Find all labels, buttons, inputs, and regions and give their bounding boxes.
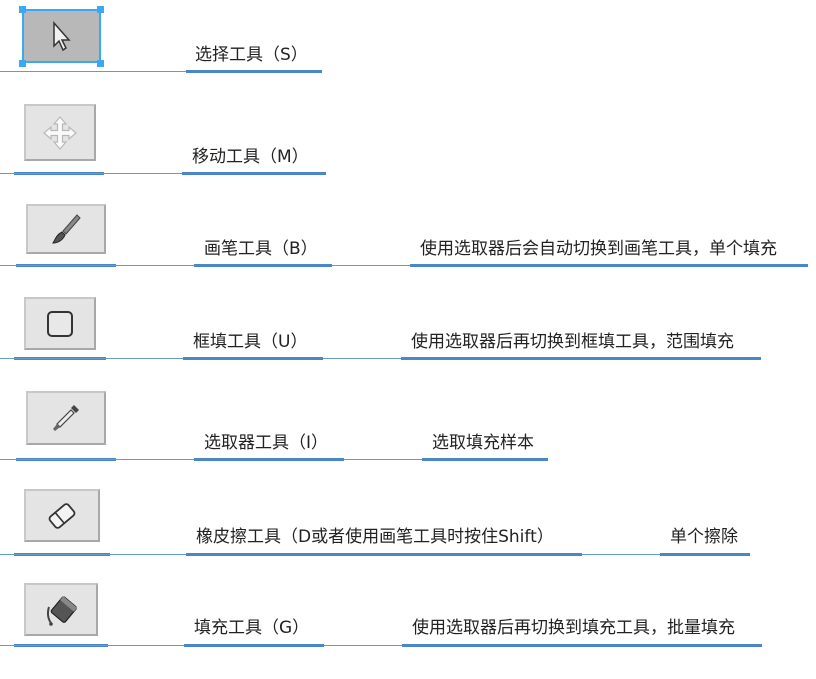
label-underline xyxy=(194,458,344,461)
tool-description: 选取填充样本 xyxy=(432,433,534,453)
tool-label: 选取器工具（I） xyxy=(204,433,329,453)
tool-label: 填充工具（G） xyxy=(194,618,310,638)
brush-tool-button[interactable] xyxy=(26,204,106,254)
move-tool-button[interactable] xyxy=(24,104,96,161)
description-underline xyxy=(402,644,762,647)
label-underline xyxy=(183,357,323,360)
description-underline xyxy=(422,458,548,461)
tool-row-fill: 填充工具（G） 使用选取器后再切换到填充工具，批量填充 xyxy=(0,0,816,647)
description-underline xyxy=(660,553,750,556)
description-underline xyxy=(401,357,761,360)
paint-bucket-icon xyxy=(46,595,78,626)
eyedropper-icon xyxy=(53,405,79,431)
tool-description: 使用选取器后再切换到填充工具，批量填充 xyxy=(412,618,735,638)
tool-description: 使用选取器后会自动切换到画笔工具，单个填充 xyxy=(420,239,777,259)
tool-description: 单个擦除 xyxy=(670,527,738,547)
tool-label: 框填工具（U） xyxy=(193,332,308,352)
tool-label: 移动工具（M） xyxy=(192,147,309,167)
brush-icon xyxy=(52,214,81,244)
eraser-tool-button[interactable] xyxy=(24,489,100,542)
description-underline xyxy=(410,264,808,267)
label-underline xyxy=(184,644,324,647)
eyedropper-tool-button[interactable] xyxy=(26,391,106,445)
box-fill-tool-button[interactable] xyxy=(24,297,96,350)
tool-label: 画笔工具（B） xyxy=(204,239,318,259)
label-underline xyxy=(186,553,582,556)
eraser-icon xyxy=(48,502,76,529)
fill-tool-button[interactable] xyxy=(24,583,98,636)
tool-label: 橡皮擦工具（D或者使用画笔工具时按住Shift） xyxy=(196,527,554,547)
rectangle-icon xyxy=(47,310,73,337)
label-underline xyxy=(194,264,332,267)
label-underline xyxy=(182,172,326,175)
tool-description: 使用选取器后再切换到框填工具，范围填充 xyxy=(411,332,734,352)
connector-line xyxy=(0,173,190,174)
move-arrows-icon xyxy=(43,115,77,150)
